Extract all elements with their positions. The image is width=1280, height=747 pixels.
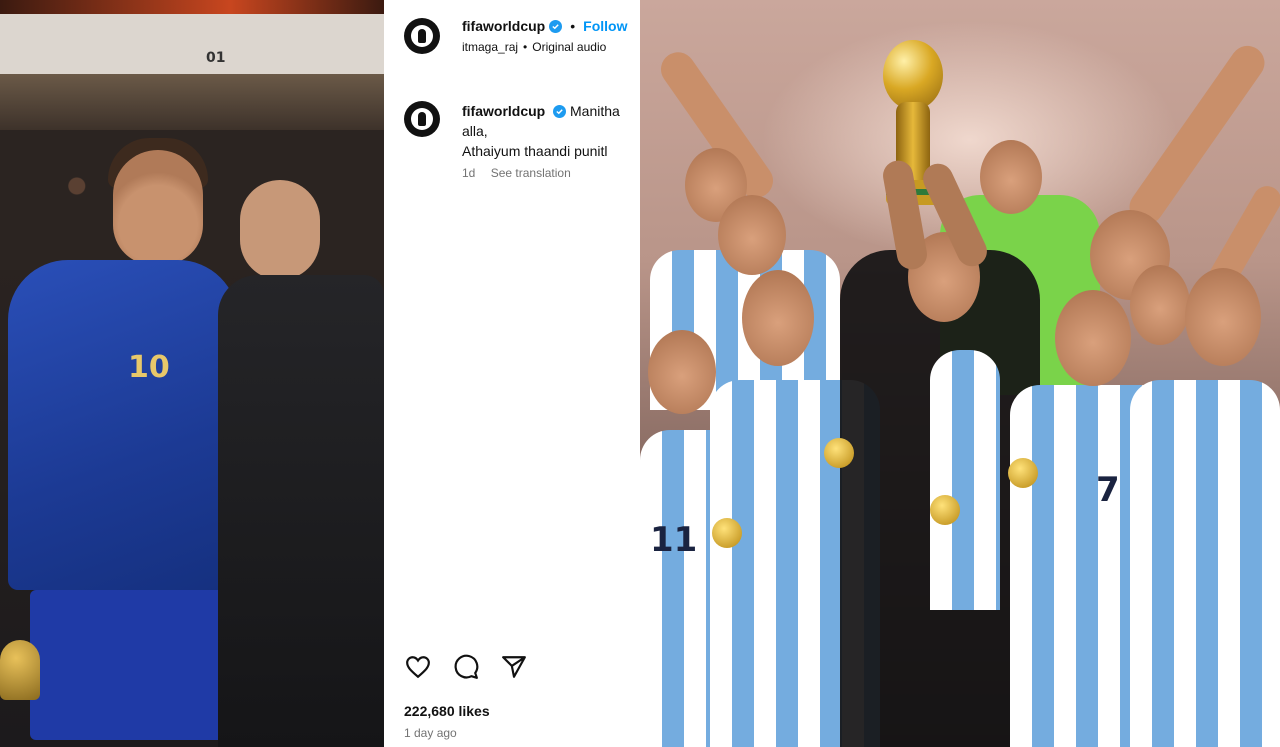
left-photo-messi-walking: 01 10 [0,0,384,747]
post-header: fifaworldcup • Follow itmaga_raj • Origina… [404,18,627,54]
right-photo-celebration: 11 7 [640,0,1280,747]
caption-username[interactable]: fifaworldcup [462,103,545,119]
caption-line-1: Manitha [570,103,620,119]
caption-line-3: Athaiyum thaandi punitl [462,143,608,159]
post-timestamp: 1 day ago [404,726,457,740]
stadium-balcony [0,74,384,134]
gold-medal [712,518,742,548]
verified-badge-icon [549,19,563,33]
world-cup-logo-icon [418,29,426,43]
player-number: 11 [650,520,698,560]
player-face [648,330,716,414]
post-username[interactable]: fifaworldcup [462,18,545,34]
player-face [1130,265,1190,345]
player-face [980,140,1042,214]
audio-user[interactable]: itmaga_raj [462,40,518,54]
player-blue-jersey: 10 [8,138,243,747]
post-actions [404,653,528,681]
audio-label[interactable]: Original audio [532,40,606,54]
player-jersey [8,260,238,590]
verified-badge-icon [553,105,567,118]
gold-medal [824,438,854,468]
screenshot-root: 01 10 fifaworldcup • Follow itmaga_raj •… [0,0,1280,747]
argentina-shirt [930,350,1000,610]
player-head [113,150,203,265]
gate-number: 01 [206,50,226,66]
player-shorts [30,590,230,740]
stadium-ceiling [0,14,384,74]
caption-block: fifaworldcup Manitha alla, Athaiyum thaa… [404,101,640,183]
caption-age: 1d [462,166,476,180]
player-number: 7 [1096,470,1120,510]
comment-icon[interactable] [452,653,480,681]
caption-avatar[interactable] [404,101,440,137]
stadium-banner [0,0,384,14]
golden-ball-trophy [0,640,40,700]
player-face [718,195,786,275]
see-translation-link[interactable]: See translation [491,166,571,180]
instagram-post-panel: fifaworldcup • Follow itmaga_raj • Origina… [384,0,640,747]
player-face [742,270,814,366]
paper-plane-icon[interactable] [500,653,528,681]
separator-dot: • [570,18,576,34]
fifa-avatar[interactable] [404,18,440,54]
follow-button[interactable]: Follow [583,18,627,34]
official-in-suit [218,180,384,747]
caption-line-2: alla, [462,123,488,139]
gold-medal [930,495,960,525]
argentina-shirt [1130,380,1280,747]
player-face [1055,290,1131,386]
likes-count[interactable]: 222,680 likes [404,703,490,719]
world-cup-logo-icon [418,112,426,126]
player-face [1185,268,1261,366]
jersey-number: 10 [128,350,170,385]
gold-medal [1008,458,1038,488]
heart-icon[interactable] [404,653,432,681]
